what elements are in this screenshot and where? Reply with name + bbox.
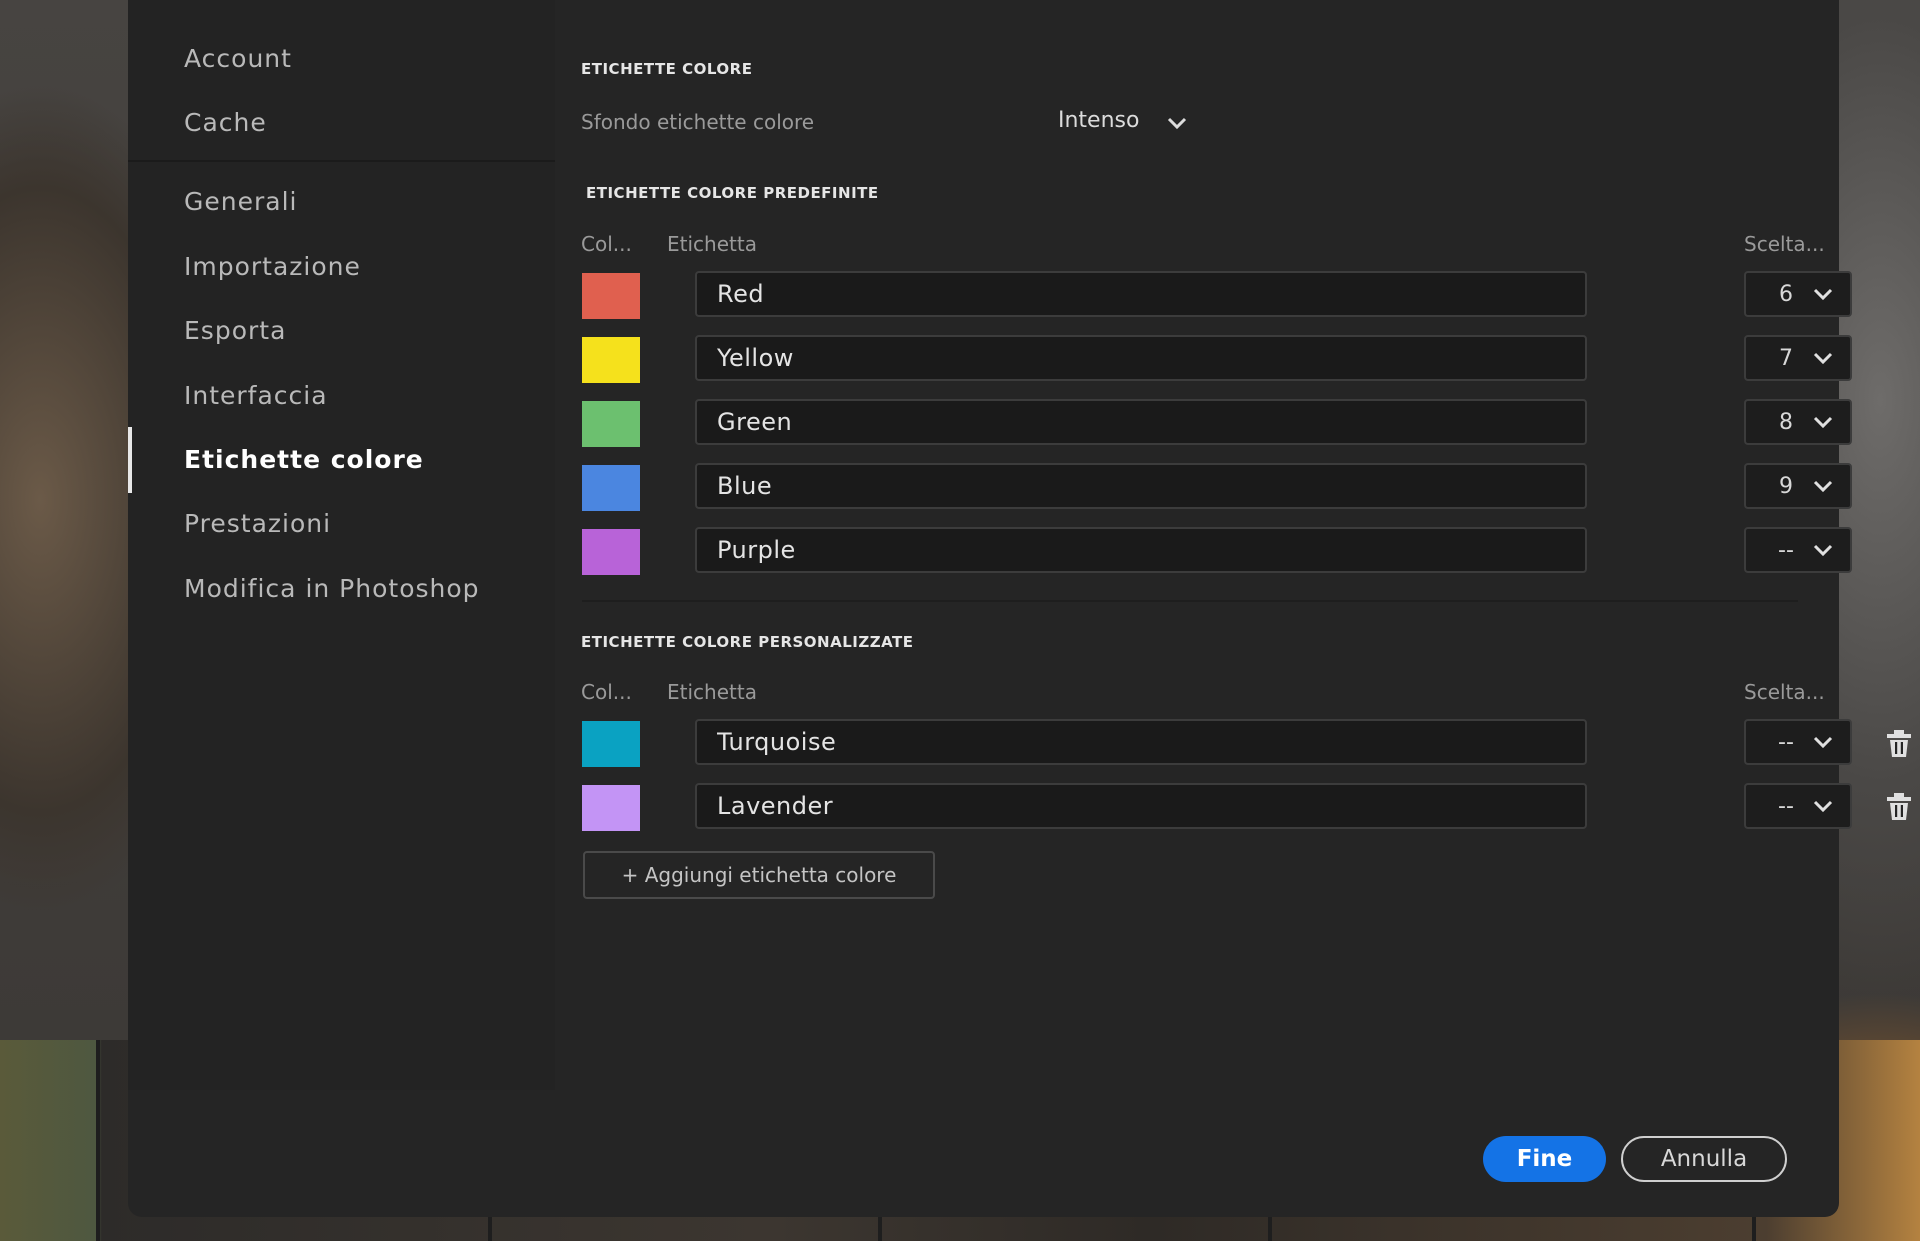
color-swatch-blue[interactable] <box>582 465 640 511</box>
chevron-down-icon <box>1813 800 1833 813</box>
shortcut-select-yellow[interactable]: 7 <box>1744 335 1852 381</box>
predefined-label-column-header: Etichetta <box>667 232 757 256</box>
done-button[interactable]: Fine <box>1483 1136 1606 1182</box>
cancel-button[interactable]: Annulla <box>1621 1136 1787 1182</box>
chevron-down-icon <box>1167 117 1187 130</box>
sidebar-item-prestazioni[interactable]: Prestazioni <box>184 509 331 538</box>
shortcut-value: 9 <box>1779 474 1793 499</box>
chevron-down-icon <box>1813 416 1833 429</box>
label-field-green[interactable] <box>695 399 1587 445</box>
active-item-indicator <box>128 427 132 493</box>
trash-icon[interactable] <box>1885 729 1913 759</box>
preferences-content: ETICHETTE COLORE Sfondo etichette colore… <box>555 0 1911 1090</box>
sidebar-item-account[interactable]: Account <box>184 44 292 73</box>
sidebar-item-generali[interactable]: Generali <box>184 187 297 216</box>
preferences-dialog: Account Cache Generali Importazione Espo… <box>128 0 1911 1217</box>
shortcut-value: -- <box>1778 794 1794 819</box>
custom-shortcut-column-header: Scelta... <box>1744 680 1825 704</box>
background-setting-label: Sfondo etichette colore <box>581 110 815 134</box>
shortcut-value: -- <box>1778 730 1794 755</box>
sidebar-item-importazione[interactable]: Importazione <box>184 252 361 281</box>
shortcut-select-turquoise[interactable]: -- <box>1744 719 1852 765</box>
sidebar-item-cache[interactable]: Cache <box>184 108 267 137</box>
shortcut-value: 6 <box>1779 282 1793 307</box>
chevron-down-icon <box>1813 480 1833 493</box>
color-swatch-green[interactable] <box>582 401 640 447</box>
preferences-sidebar: Account Cache Generali Importazione Espo… <box>128 0 555 1090</box>
sidebar-item-esporta[interactable]: Esporta <box>184 316 286 345</box>
label-field-purple[interactable] <box>695 527 1587 573</box>
predefined-section-title: ETICHETTE COLORE PREDEFINITE <box>586 184 879 202</box>
background-dropdown-value: Intenso <box>1058 108 1140 133</box>
chevron-down-icon <box>1813 736 1833 749</box>
section-title: ETICHETTE COLORE <box>581 60 753 78</box>
predefined-color-column-header: Col... <box>581 232 632 256</box>
label-field-red[interactable] <box>695 271 1587 317</box>
shortcut-value: 8 <box>1779 410 1793 435</box>
shortcut-select-lavender[interactable]: -- <box>1744 783 1852 829</box>
color-swatch-purple[interactable] <box>582 529 640 575</box>
shortcut-select-blue[interactable]: 9 <box>1744 463 1852 509</box>
chevron-down-icon <box>1813 544 1833 557</box>
background-dropdown[interactable]: Intenso <box>1058 106 1218 140</box>
label-field-yellow[interactable] <box>695 335 1587 381</box>
sidebar-item-etichette-colore[interactable]: Etichette colore <box>184 445 424 474</box>
color-swatch-red[interactable] <box>582 273 640 319</box>
predefined-shortcut-column-header: Scelta... <box>1744 232 1825 256</box>
shortcut-select-red[interactable]: 6 <box>1744 271 1852 317</box>
color-swatch-yellow[interactable] <box>582 337 640 383</box>
shortcut-select-green[interactable]: 8 <box>1744 399 1852 445</box>
section-divider <box>582 600 1798 602</box>
add-color-label-button[interactable]: + Aggiungi etichetta colore <box>583 851 935 899</box>
color-swatch-turquoise[interactable] <box>582 721 640 767</box>
chevron-down-icon <box>1813 288 1833 301</box>
shortcut-value: -- <box>1778 538 1794 563</box>
sidebar-item-interfaccia[interactable]: Interfaccia <box>184 381 328 410</box>
label-field-turquoise[interactable] <box>695 719 1587 765</box>
label-field-blue[interactable] <box>695 463 1587 509</box>
label-field-lavender[interactable] <box>695 783 1587 829</box>
custom-color-column-header: Col... <box>581 680 632 704</box>
chevron-down-icon <box>1813 352 1833 365</box>
shortcut-select-purple[interactable]: -- <box>1744 527 1852 573</box>
trash-icon[interactable] <box>1885 792 1913 822</box>
custom-section-title: ETICHETTE COLORE PERSONALIZZATE <box>581 633 914 651</box>
sidebar-divider <box>128 160 555 162</box>
color-swatch-lavender[interactable] <box>582 785 640 831</box>
custom-label-column-header: Etichetta <box>667 680 757 704</box>
sidebar-item-modifica-in-photoshop[interactable]: Modifica in Photoshop <box>184 574 480 603</box>
shortcut-value: 7 <box>1779 346 1793 371</box>
